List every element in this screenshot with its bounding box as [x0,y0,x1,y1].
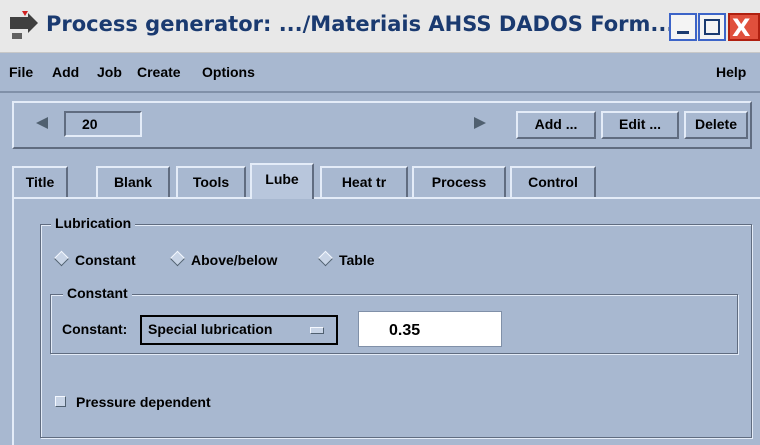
previous-arrow-icon[interactable] [36,117,48,129]
option-menu-indicator-icon [310,327,324,334]
friction-coefficient-field[interactable]: 0.35 [358,311,502,347]
next-arrow-icon[interactable] [474,117,486,129]
tab-tools[interactable]: Tools [176,166,246,198]
radio-constant[interactable]: Constant [53,250,136,268]
radio-diamond-icon [317,250,334,267]
radio-constant-label: Constant [75,252,136,268]
maximize-button[interactable] [698,13,726,41]
menu-add[interactable]: Add [52,64,79,80]
menu-job[interactable]: Job [97,64,122,80]
tab-heat-tr[interactable]: Heat tr [320,166,408,198]
pressure-dependent-checkbox[interactable]: Pressure dependent [55,394,211,410]
lubrication-type-select[interactable]: Special lubrication [140,315,338,345]
pressure-dependent-label: Pressure dependent [76,394,211,410]
constant-group-label: Constant [63,285,132,301]
current-item-field[interactable]: 20 [64,111,142,137]
tab-control[interactable]: Control [510,166,596,198]
minimize-icon [677,31,689,34]
close-button[interactable]: X [728,13,760,41]
menu-help[interactable]: Help [716,64,746,80]
menu-options[interactable]: Options [202,64,255,80]
radio-diamond-icon [53,250,70,267]
checkbox-icon [55,396,66,407]
menu-create[interactable]: Create [137,64,181,80]
lubrication-group-label: Lubrication [51,215,136,231]
minimize-button[interactable] [669,13,697,41]
lubrication-type-value: Special lubrication [148,321,273,337]
tab-title[interactable]: Title [12,166,68,198]
constant-label: Constant: [62,321,128,337]
maximize-icon [704,19,720,35]
radio-above-below-label: Above/below [191,252,278,268]
tab-blank[interactable]: Blank [96,166,170,198]
window-title: Process generator: .../Materiais AHSS DA… [46,12,675,36]
edit-button[interactable]: Edit ... [601,111,679,139]
navigator-bar: 20 Add ... Edit ... Delete [12,101,752,149]
menu-bar: File Add Job Create Options Help [0,53,760,93]
menu-file[interactable]: File [9,64,33,80]
close-icon: X [732,14,751,42]
tab-lube[interactable]: Lube [250,163,314,199]
add-button[interactable]: Add ... [516,111,596,139]
tab-process[interactable]: Process [412,166,506,198]
radio-above-below[interactable]: Above/below [169,250,278,268]
process-generator-icon [10,11,38,39]
radio-table[interactable]: Table [317,250,375,268]
radio-diamond-icon [169,250,186,267]
radio-table-label: Table [339,252,375,268]
title-bar[interactable]: Process generator: .../Materiais AHSS DA… [0,0,760,53]
process-generator-window: Process generator: .../Materiais AHSS DA… [0,0,760,445]
delete-button[interactable]: Delete [684,111,748,139]
